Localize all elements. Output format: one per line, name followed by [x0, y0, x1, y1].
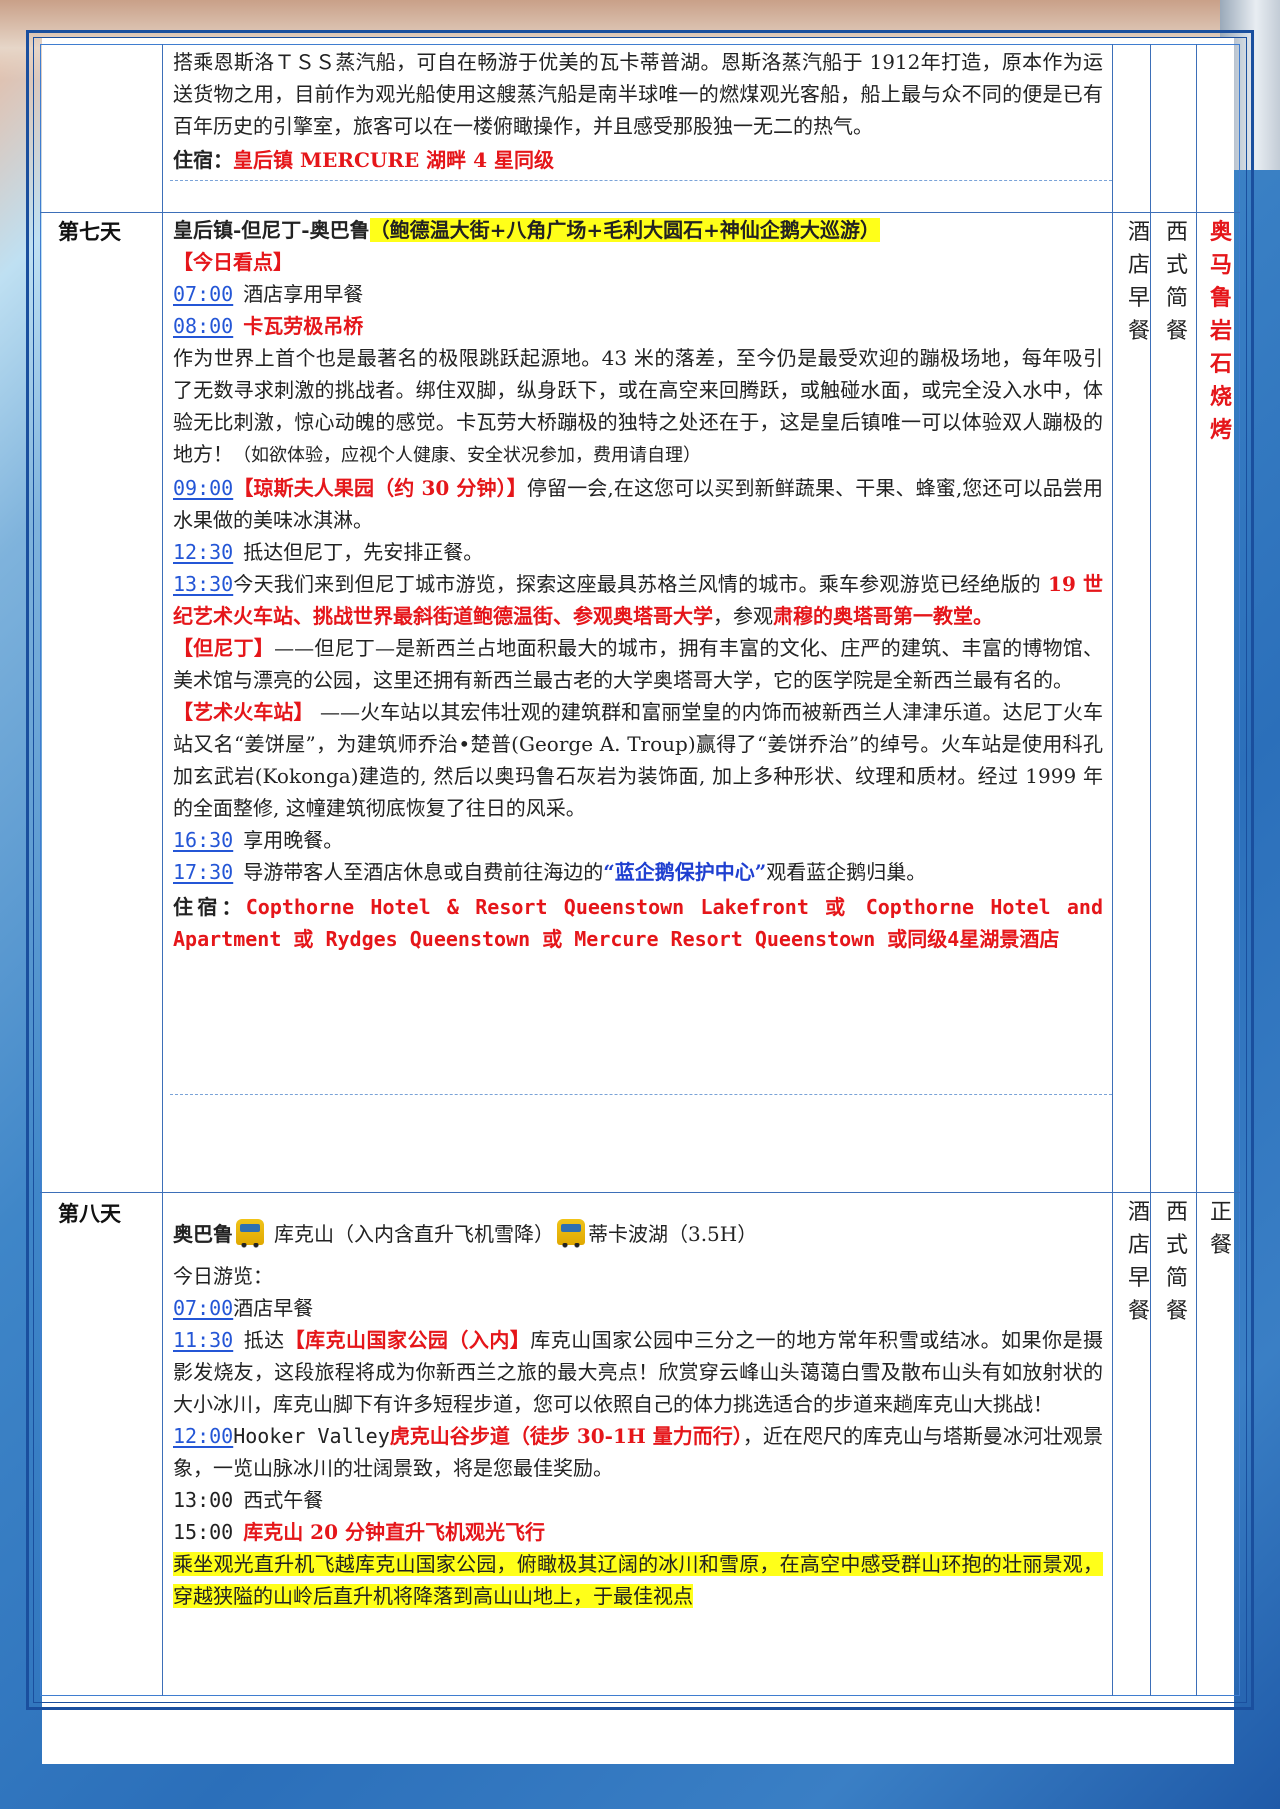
day7-item: 08:00 卡瓦劳极吊桥 [173, 310, 1103, 342]
day7-item: 13:30今天我们来到但尼丁城市游览，探索这座最具苏格兰风情的城市。乘车参观游览… [173, 568, 1103, 632]
stay-value: Copthorne Hotel & Resort Queenstown Lake… [173, 895, 1103, 951]
day7-route-highlight: （鲍德温大街+八角广场+毛利大圆石+神仙企鹅大巡游） [369, 218, 880, 242]
dunedin-header: 【但尼丁】 [173, 636, 275, 660]
day7-section: 皇后镇-但尼丁-奥巴鲁（鲍德温大街+八角广场+毛利大圆石+神仙企鹅大巡游） 【今… [173, 214, 1103, 955]
item-text: 享用晚餐。 [243, 828, 344, 852]
time-label: 17:30 [173, 860, 234, 884]
day8-label: 第八天 [58, 1201, 121, 1226]
item-text: Hooker Valley [233, 1424, 390, 1448]
item-text: ，参观 [713, 604, 773, 628]
item-title: 【琼斯夫人果园（约 30 分钟）】 [233, 476, 527, 500]
day7-label: 第七天 [58, 219, 121, 244]
item-text: 酒店享用早餐 [243, 282, 364, 306]
row-divider [40, 1192, 1240, 1193]
day8-item: 15:00 库克山 20 分钟直升飞机观光飞行 [173, 1516, 1103, 1548]
day6-section: 搭乘恩斯洛ＴＳＳ蒸汽船，可自在畅游于优美的瓦卡蒂普湖。恩斯洛蒸汽船于 1912年… [173, 46, 1103, 176]
day6-stay: 住宿：皇后镇 MERCURE 湖畔 4 星同级 [173, 144, 1103, 176]
item-highlight: 肃穆的奥塔哥第一教堂。 [773, 604, 993, 628]
row-divider [170, 180, 1112, 181]
day7-item: 17:30 导游带客人至酒店休息或自费前往海边的“蓝企鹅保护中心”观看蓝企鹅归巢。 [173, 856, 1103, 888]
day7-item: 12:30 抵达但尼丁，先安排正餐。 [173, 536, 1103, 568]
day7-title: 皇后镇-但尼丁-奥巴鲁（鲍德温大街+八角广场+毛利大圆石+神仙企鹅大巡游） [173, 214, 1103, 246]
table-col-divider [1196, 44, 1197, 1696]
item-highlight: “蓝企鹅保护中心” [603, 860, 767, 884]
row-divider [170, 1094, 1112, 1095]
day7-highlights-header: 【今日看点】 [173, 250, 293, 274]
day8-section: 奥巴鲁 库克山（入内含直升飞机雪降） 蒂卡波湖（3.5H） 今日游览： 07:00… [173, 1218, 1103, 1612]
day7-stay: 住宿：Copthorne Hotel & Resort Queenstown L… [173, 891, 1103, 955]
item-highlight: 虎克山谷步道（徒步 30-1H 量力而行） [389, 1424, 743, 1448]
day7-bungy-paragraph: 作为世界上首个也是最著名的极限跳跃起源地。43 米的落差，至今仍是最受欢迎的蹦极… [173, 342, 1103, 472]
stay-label: 住宿： [173, 895, 246, 919]
day8-item: 12:00Hooker Valley虎克山谷步道（徒步 30-1H 量力而行），… [173, 1420, 1103, 1484]
time-label: 13:00 [173, 1488, 234, 1512]
item-text: 西式午餐 [243, 1488, 324, 1512]
item-text: 观看蓝企鹅归巢。 [766, 860, 927, 884]
day8-dinner: 正餐 [1209, 1200, 1232, 1258]
day8-item: 11:30 抵达【库克山国家公园（入内】库克山国家公园中三分之一的地方常年积雪或结… [173, 1324, 1103, 1420]
day7-item: 16:30 享用晚餐。 [173, 824, 1103, 856]
day7-route: 皇后镇-但尼丁-奥巴鲁 [173, 218, 370, 242]
item-text: 抵达 [243, 1328, 285, 1352]
day8-item: 07:00酒店早餐 [173, 1292, 1103, 1324]
time-label: 09:00 [173, 476, 234, 500]
day8-tour-header: 今日游览： [173, 1264, 273, 1288]
day8-helicopter-paragraph: 乘坐观光直升机飞越库克山国家公园，俯瞰极其辽阔的冰川和雪原，在高空中感受群山环抱… [173, 1548, 1103, 1612]
row-divider [40, 212, 1240, 213]
item-title: 卡瓦劳极吊桥 [243, 314, 364, 338]
bungy-note: （如欲体验，应视个人健康、安全状况参加，费用请自理） [233, 445, 701, 466]
day7-lunch: 西式简餐 [1165, 220, 1188, 344]
time-label: 07:00 [173, 282, 234, 306]
stay-label: 住宿： [173, 148, 233, 172]
day8-route: 奥巴鲁 库克山（入内含直升飞机雪降） 蒂卡波湖（3.5H） [173, 1218, 1103, 1250]
time-label: 16:30 [173, 828, 234, 852]
item-highlight: 库克山 20 分钟直升飞机观光飞行 [243, 1520, 545, 1544]
highlighted-text: 乘坐观光直升机飞越库克山国家公园，俯瞰极其辽阔的冰川和雪原，在高空中感受群山环抱… [173, 1552, 1103, 1608]
time-label: 08:00 [173, 314, 234, 338]
day8-item: 13:00 西式午餐 [173, 1484, 1103, 1516]
item-text: 导游带客人至酒店休息或自费前往海边的 [243, 860, 604, 884]
bus-icon [556, 1219, 585, 1248]
day8-breakfast: 酒店早餐 [1127, 1200, 1150, 1324]
item-highlight: 【库克山国家公园（入内】 [284, 1328, 531, 1352]
table-col-divider [162, 44, 163, 1696]
dunedin-text: ——但尼丁—是新西兰占地面积最大的城市，拥有丰富的文化、庄严的建筑、丰富的博物馆… [173, 636, 1104, 692]
day6-paragraph: 搭乘恩斯洛ＴＳＳ蒸汽船，可自在畅游于优美的瓦卡蒂普湖。恩斯洛蒸汽船于 1912年… [173, 50, 1103, 138]
station-header: 【艺术火车站】 [173, 700, 314, 724]
item-text: 今天我们来到但尼丁城市游览，探索这座最具苏格兰风情的城市。乘车参观游览已经绝版的 [233, 572, 1041, 596]
item-text: 抵达但尼丁，先安排正餐。 [243, 540, 484, 564]
day7-item: 07:00 酒店享用早餐 [173, 278, 1103, 310]
table-col-divider [1112, 44, 1113, 1696]
day7-item: 09:00【琼斯夫人果园（约 30 分钟）】停留一会,在这您可以买到新鲜蔬果、干… [173, 472, 1103, 536]
route-start: 奥巴鲁 [173, 1222, 233, 1246]
time-label: 12:00 [173, 1424, 234, 1448]
day7-breakfast: 酒店早餐 [1127, 220, 1150, 344]
time-label: 13:30 [173, 572, 234, 596]
day7-dunedin-paragraph: 【但尼丁】——但尼丁—是新西兰占地面积最大的城市，拥有丰富的文化、庄严的建筑、丰… [173, 632, 1103, 696]
route-end: 蒂卡波湖（3.5H） [587, 1222, 758, 1246]
time-label: 11:30 [173, 1328, 234, 1352]
time-label: 07:00 [173, 1296, 234, 1320]
item-text: 酒店早餐 [233, 1296, 314, 1320]
day7-station-paragraph: 【艺术火车站】 ——火车站以其宏伟壮观的建筑群和富丽堂皇的内饰而被新西兰人津津乐… [173, 696, 1103, 824]
bus-icon [236, 1219, 264, 1248]
route-middle: 库克山（入内含直升飞机雪降） [273, 1222, 554, 1246]
time-label: 15:00 [173, 1520, 234, 1544]
day8-lunch: 西式简餐 [1165, 1200, 1188, 1324]
stay-value: 皇后镇 MERCURE 湖畔 4 星同级 [233, 148, 554, 172]
day7-dinner: 奥马鲁岩石烧烤 [1209, 219, 1232, 443]
time-label: 12:30 [173, 540, 234, 564]
